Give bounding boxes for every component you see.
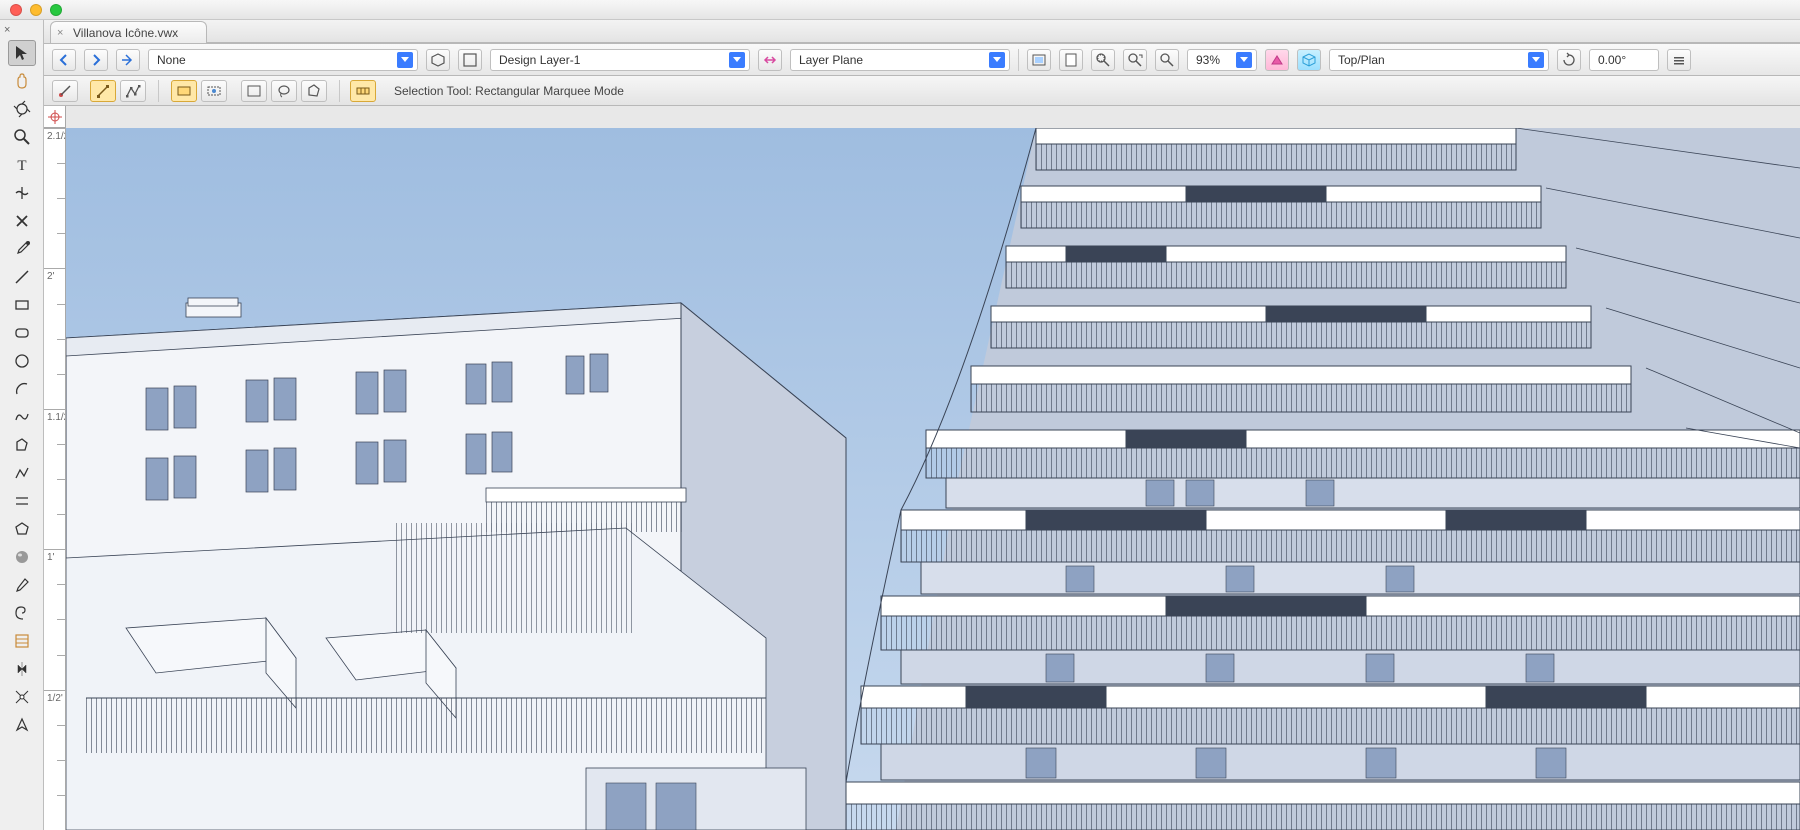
flyover-tool[interactable]: [8, 96, 36, 122]
drawing-canvas[interactable]: [66, 128, 1800, 830]
polyline-tool[interactable]: [8, 460, 36, 486]
ruler-vertical[interactable]: 2.1/2'2'1.1/2'1'1/2'0': [44, 128, 66, 830]
text-tool[interactable]: T: [8, 152, 36, 178]
zoom-value: 93%: [1196, 53, 1220, 67]
marquee-cross-mode[interactable]: [201, 80, 227, 102]
rounded-rect-tool[interactable]: [8, 320, 36, 346]
polygon-tool[interactable]: [8, 432, 36, 458]
multi-select-mode[interactable]: [120, 80, 146, 102]
standard-view-select[interactable]: Top/Plan: [1329, 49, 1549, 71]
zoom-window-button[interactable]: [50, 4, 62, 16]
delete-tool[interactable]: [8, 208, 36, 234]
dropdown-caret-icon: [397, 52, 413, 68]
view-toolbar: None Design Layer-1 Layer Plane 93%: [44, 44, 1800, 76]
wall-component-mode[interactable]: [350, 80, 376, 102]
fit-page-button[interactable]: [1059, 49, 1083, 71]
toolbar-separator: [158, 80, 159, 102]
rotation-value: 0.00°: [1598, 53, 1626, 67]
rotation-button[interactable]: [1557, 49, 1581, 71]
class-select-value: None: [157, 53, 186, 67]
document-tab-bar: × Villanova Icône.vwx: [44, 20, 1800, 44]
zoom-tool-button[interactable]: [1155, 49, 1179, 71]
window-titlebar: [0, 0, 1800, 20]
zoom-select[interactable]: 93%: [1187, 49, 1257, 71]
circle-tool[interactable]: [8, 348, 36, 374]
ruler-origin[interactable]: [44, 106, 66, 128]
rotation-menu-button[interactable]: [1667, 49, 1691, 71]
standard-view-value: Top/Plan: [1338, 53, 1385, 67]
document-tab[interactable]: × Villanova Icône.vwx: [50, 21, 207, 43]
share-view-button[interactable]: [116, 49, 140, 71]
freehand-tool[interactable]: [8, 404, 36, 430]
eyedropper-tool[interactable]: [8, 236, 36, 262]
single-select-mode[interactable]: [90, 80, 116, 102]
rotation-field[interactable]: 0.00°: [1589, 49, 1659, 71]
prev-view-button[interactable]: [52, 49, 76, 71]
double-line-tool[interactable]: [8, 488, 36, 514]
split-tool[interactable]: [8, 180, 36, 206]
toolbar-separator: [1018, 49, 1019, 71]
reshape-tool[interactable]: [8, 684, 36, 710]
tool-hint-label: Selection Tool: Rectangular Marquee Mode: [394, 84, 624, 98]
tool-mode-bar: Selection Tool: Rectangular Marquee Mode: [44, 76, 1800, 106]
selection-tool[interactable]: [8, 40, 36, 66]
class-options-button[interactable]: [458, 49, 482, 71]
rectangle-tool[interactable]: [8, 292, 36, 318]
mirror-tool[interactable]: [8, 656, 36, 682]
wall-tool[interactable]: [8, 628, 36, 654]
pan-tool[interactable]: [8, 68, 36, 94]
marquee-enclosed-mode[interactable]: [241, 80, 267, 102]
next-view-button[interactable]: [84, 49, 108, 71]
marquee-rect-mode[interactable]: [171, 80, 197, 102]
class-visibility-button[interactable]: [426, 49, 450, 71]
line-tool[interactable]: [8, 264, 36, 290]
pen-tool[interactable]: [8, 712, 36, 738]
left-building: [66, 298, 846, 830]
arc-tool[interactable]: [8, 376, 36, 402]
layer-select[interactable]: Design Layer-1: [490, 49, 750, 71]
projection-button[interactable]: [1297, 49, 1321, 71]
palette-close-icon[interactable]: ×: [0, 24, 10, 38]
snap-mode-button[interactable]: [52, 80, 78, 102]
dropdown-caret-icon: [989, 52, 1005, 68]
layer-select-value: Design Layer-1: [499, 53, 580, 67]
saved-views-button[interactable]: [1027, 49, 1051, 71]
fit-objects-button[interactable]: [1091, 49, 1115, 71]
close-tab-icon[interactable]: ×: [57, 27, 63, 39]
render-mode-button[interactable]: [1265, 49, 1289, 71]
regular-polygon-tool[interactable]: [8, 516, 36, 542]
spiral-tool[interactable]: [8, 600, 36, 626]
plane-select[interactable]: Layer Plane: [790, 49, 1010, 71]
sphere-tool[interactable]: [8, 544, 36, 570]
plane-select-value: Layer Plane: [799, 53, 863, 67]
dropdown-caret-icon: [1236, 52, 1252, 68]
marquee-lasso-mode[interactable]: [271, 80, 297, 102]
dropdown-caret-icon: [729, 52, 745, 68]
layer-link-button[interactable]: [758, 49, 782, 71]
class-select[interactable]: None: [148, 49, 418, 71]
marquee-polygon-mode[interactable]: [301, 80, 327, 102]
minimize-window-button[interactable]: [30, 4, 42, 16]
tool-palette: × T: [0, 20, 44, 830]
toolbar-separator: [339, 80, 340, 102]
zoom-tool[interactable]: [8, 124, 36, 150]
close-window-button[interactable]: [10, 4, 22, 16]
document-tab-label: Villanova Icône.vwx: [73, 26, 178, 40]
paint-tool[interactable]: [8, 572, 36, 598]
dropdown-caret-icon: [1528, 52, 1544, 68]
marquee-zoom-button[interactable]: [1123, 49, 1147, 71]
svg-text:T: T: [17, 158, 26, 174]
